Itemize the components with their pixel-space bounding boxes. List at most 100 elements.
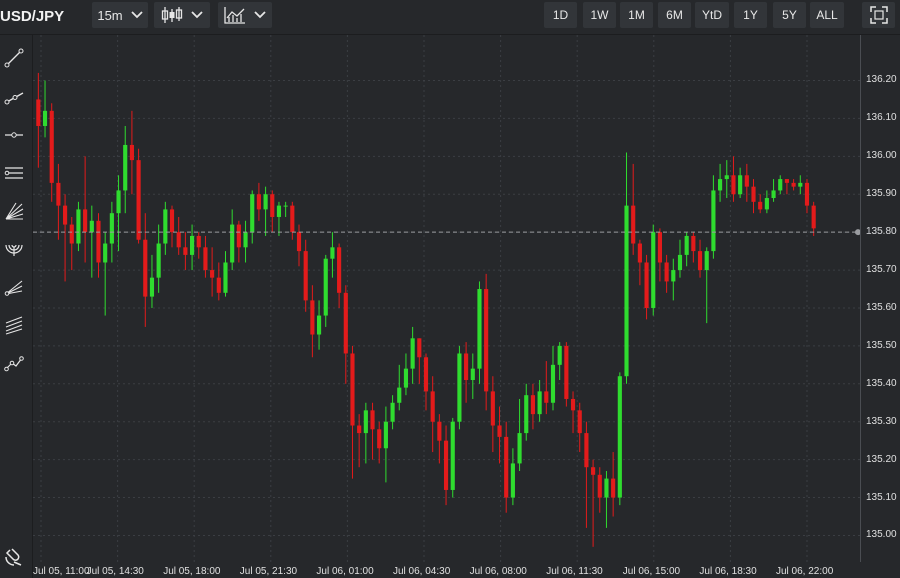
candle [36, 72, 41, 168]
candle [524, 383, 529, 441]
indicators-icon [224, 7, 245, 24]
candle-body [330, 247, 335, 259]
candle [744, 163, 749, 202]
candle-body [684, 235, 689, 255]
candle-body [183, 247, 188, 255]
candle-body [597, 474, 602, 498]
candle [290, 201, 295, 240]
candle [230, 209, 235, 271]
candle-body [109, 213, 114, 244]
candle [223, 251, 228, 297]
candle [758, 194, 763, 214]
candle-body [751, 186, 756, 202]
magnet-tool[interactable] [0, 543, 28, 571]
parallel-channel-tool[interactable] [0, 159, 28, 187]
candle [651, 224, 656, 316]
price-tick-label: 135.00 [866, 529, 897, 541]
candle [470, 353, 475, 399]
chart-style-dropdown[interactable] [154, 2, 210, 28]
pitchfork-tool[interactable] [0, 273, 28, 301]
candle [330, 232, 335, 278]
candle [143, 213, 148, 327]
candle-body [691, 235, 696, 252]
candle-body [798, 182, 803, 187]
ray-tool[interactable] [0, 83, 28, 111]
candle [323, 254, 328, 327]
chevron-down-icon [191, 11, 203, 19]
candle-body [243, 232, 248, 248]
candle-body [624, 205, 629, 377]
trend-line-tool[interactable] [0, 44, 28, 72]
candle [644, 254, 649, 320]
candle [316, 300, 322, 350]
candle [691, 232, 696, 263]
path-tool[interactable] [0, 349, 28, 377]
time-tick-label: Jul 06, 11:30 [546, 566, 603, 577]
chart-header: USD/JPY 15m 1D 1W 1M 6M YtD 1Y 5Y ALL [0, 0, 900, 35]
candle [357, 414, 362, 468]
candle-body [63, 205, 68, 225]
candle-body [577, 410, 582, 434]
candle [103, 232, 108, 316]
time-tick-label: Jul 06, 15:00 [622, 566, 681, 577]
candle [504, 421, 509, 513]
candle-body [671, 270, 676, 282]
range-button-6m[interactable]: 6M [658, 2, 691, 28]
range-button-all[interactable]: ALL [810, 2, 844, 28]
candle-body [544, 391, 549, 403]
range-button-1d[interactable]: 1D [544, 2, 577, 28]
candle-body [584, 433, 589, 468]
candle [791, 179, 796, 191]
candle-body [83, 209, 88, 233]
parallel-channel-icon [4, 167, 23, 179]
range-button-5y[interactable]: 5Y [773, 2, 806, 28]
range-button-1m[interactable]: 1M [620, 2, 653, 28]
candle [49, 103, 54, 202]
candle-body [403, 368, 409, 388]
price-tick-label: 136.00 [866, 150, 897, 162]
candle [196, 232, 201, 259]
candle [410, 326, 415, 384]
candle-body [437, 421, 442, 441]
fibonacci-tool[interactable] [0, 311, 28, 339]
candle [437, 414, 442, 464]
fan-tool[interactable] [0, 197, 28, 225]
candle-body [764, 198, 769, 210]
candle [637, 239, 642, 286]
horizontal-line-tool[interactable] [0, 121, 28, 149]
candlestick-chart[interactable] [33, 35, 860, 562]
candle [604, 471, 609, 528]
candle-body [203, 247, 208, 271]
interval-dropdown[interactable]: 15m [92, 2, 148, 28]
time-tick-label: Jul 05, 21:30 [239, 566, 298, 577]
range-button-1w[interactable]: 1W [583, 2, 616, 28]
price-tick-label: 135.30 [866, 415, 897, 427]
candle [183, 232, 188, 271]
candle [537, 380, 542, 422]
candle-body [570, 398, 576, 411]
candle-body [504, 436, 509, 498]
price-tick-label: 135.20 [866, 453, 897, 465]
candle [751, 179, 756, 214]
candle-body [270, 194, 275, 217]
candle [617, 372, 622, 506]
candle-body [69, 224, 74, 244]
candle [337, 243, 342, 308]
range-button-1y[interactable]: 1Y [734, 2, 767, 28]
arc-tool[interactable] [0, 235, 28, 263]
candle [671, 258, 676, 301]
candle [116, 175, 121, 252]
candle-body [711, 190, 716, 252]
fullscreen-button[interactable] [862, 2, 895, 28]
range-button-ytd[interactable]: YtD [695, 2, 729, 28]
candle [383, 406, 388, 483]
indicators-dropdown[interactable] [218, 2, 272, 28]
candle-body [223, 262, 228, 293]
time-tick-label: Jul 05, 18:00 [163, 566, 221, 577]
candle-body [677, 254, 683, 271]
candle-body [731, 175, 736, 195]
time-tick-label: Jul 06, 08:00 [469, 566, 527, 577]
candle-body [724, 175, 729, 180]
candle-body [350, 353, 355, 426]
candle-body [484, 289, 489, 392]
